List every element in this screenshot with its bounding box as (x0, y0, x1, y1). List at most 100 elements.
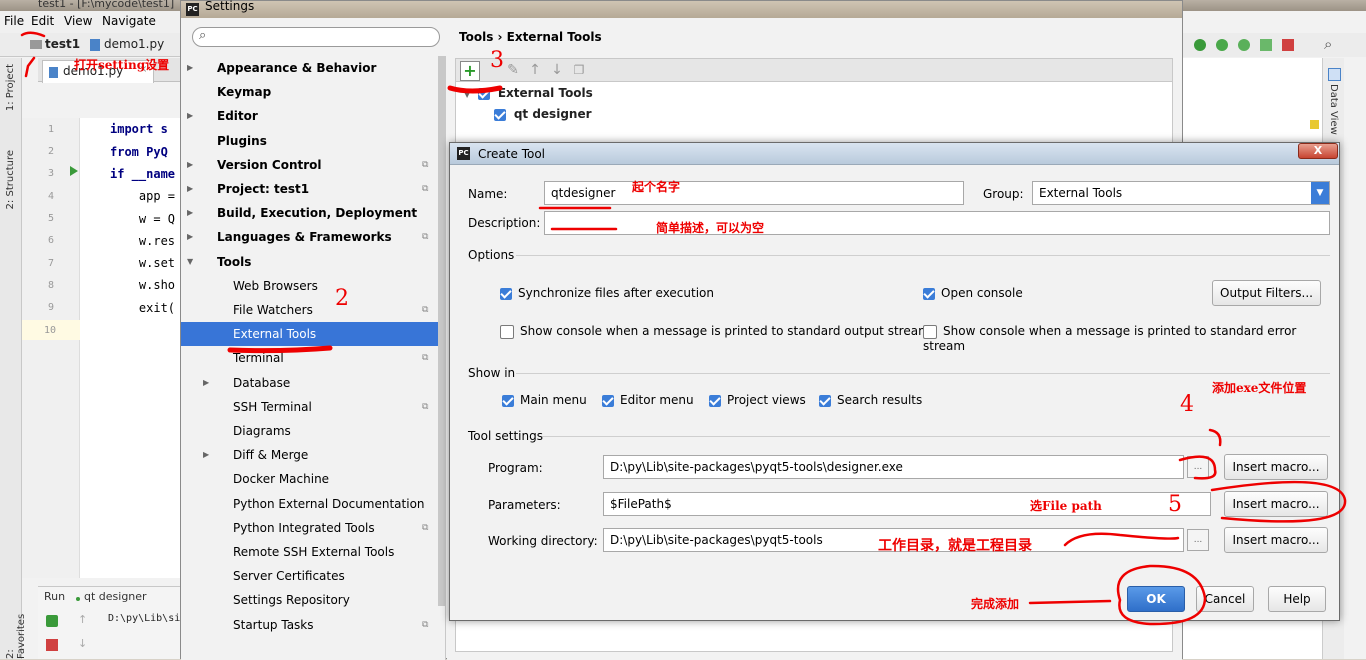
settings-tree-item[interactable]: Web Browsers (181, 274, 446, 298)
settings-tree-item[interactable]: Docker Machine (181, 467, 446, 491)
settings-tree-item[interactable]: Keymap (181, 80, 446, 104)
run-arrow-icon[interactable] (70, 166, 78, 176)
settings-tree-item[interactable]: Server Certificates (181, 564, 446, 588)
settings-tree-item[interactable]: Remote SSH External Tools (181, 540, 446, 564)
help-button[interactable]: Help (1268, 586, 1326, 612)
chevron-right-icon[interactable]: ▶ (187, 225, 193, 249)
edit-tool-icon[interactable]: ✎ (504, 61, 522, 79)
chevron-right-icon[interactable]: ▶ (187, 177, 193, 201)
chevron-right-icon[interactable]: ▶ (187, 104, 193, 128)
coverage-icon[interactable] (1216, 39, 1228, 51)
settings-tree-item[interactable]: Startup Tasks ⧉ (181, 613, 446, 637)
editor-menu-option[interactable]: Editor menu (602, 393, 694, 407)
open-console-checkbox[interactable] (923, 287, 935, 300)
parameters-insert-macro-button[interactable]: Insert macro... (1224, 491, 1328, 517)
sync-files-checkbox[interactable] (500, 287, 512, 300)
menu-view[interactable]: View (64, 14, 92, 28)
chevron-right-icon[interactable]: ▶ (203, 443, 209, 467)
concurrency-icon[interactable] (1260, 39, 1272, 51)
settings-tree-item[interactable]: Diagrams (181, 419, 446, 443)
stop-icon[interactable] (46, 639, 58, 651)
cancel-button[interactable]: Cancel (1196, 586, 1254, 612)
workdir-insert-macro-button[interactable]: Insert macro... (1224, 527, 1328, 553)
sync-files-option[interactable]: Synchronize files after execution (500, 286, 714, 300)
group-select[interactable]: External Tools ▼ (1032, 181, 1330, 205)
nav-project[interactable]: test1 (45, 37, 80, 51)
settings-tree-item[interactable]: File Watchers ⧉ (181, 298, 446, 322)
name-field[interactable]: qtdesigner (544, 181, 964, 205)
add-tool-button[interactable]: + (460, 61, 480, 81)
console-stderr-checkbox[interactable] (923, 324, 937, 339)
run-tab[interactable]: qt designer (84, 590, 147, 603)
data-view-tab[interactable]: Data View (1328, 84, 1339, 135)
menu-file[interactable]: File (4, 14, 24, 28)
open-console-option[interactable]: Open console (923, 286, 1023, 300)
structure-tool-tab[interactable]: 2: Structure (5, 150, 16, 209)
project-views-checkbox[interactable] (709, 394, 721, 407)
tool-group-checkbox[interactable] (477, 87, 490, 100)
chevron-right-icon[interactable]: ▶ (187, 56, 193, 80)
settings-tree-item[interactable]: ▶ Build, Execution, Deployment (181, 201, 446, 225)
settings-tree-item[interactable]: ▶ Database (181, 371, 446, 395)
settings-tree-item[interactable]: ▶ Project: test1 ⧉ (181, 177, 446, 201)
main-menu-checkbox[interactable] (502, 394, 514, 407)
console-stderr-option[interactable]: Show console when a message is printed t… (923, 324, 1339, 353)
settings-tree-item[interactable]: ▶ Appearance & Behavior (181, 56, 446, 80)
settings-tree-item[interactable]: Plugins (181, 129, 446, 153)
debug-icon[interactable] (1194, 39, 1206, 51)
workdir-browse-button[interactable]: ... (1187, 529, 1209, 551)
close-button[interactable]: X (1298, 143, 1338, 159)
settings-search-input[interactable]: ⌕ (192, 27, 440, 47)
ok-button[interactable]: OK (1127, 586, 1185, 612)
settings-tree-item[interactable]: External Tools (181, 322, 446, 347)
settings-tree-item[interactable]: ▼ Tools (181, 250, 446, 274)
editor-menu-checkbox[interactable] (602, 394, 614, 407)
program-browse-button[interactable]: ... (1187, 456, 1209, 478)
parameters-field[interactable]: $FilePath$ (603, 492, 1211, 516)
console-stdout-checkbox[interactable] (500, 324, 514, 339)
chevron-right-icon[interactable]: ▶ (187, 201, 193, 225)
settings-tree-item[interactable]: ▶ Languages & Frameworks ⧉ (181, 225, 446, 249)
menu-edit[interactable]: Edit (31, 14, 54, 28)
settings-tree-item[interactable]: ▶ Editor (181, 104, 446, 128)
settings-tree-item[interactable]: ▶ Version Control ⧉ (181, 153, 446, 177)
chevron-right-icon[interactable]: ▶ (203, 371, 209, 395)
copy-tool-icon[interactable]: ❐ (570, 61, 588, 79)
search-results-option[interactable]: Search results (819, 393, 922, 407)
favorites-tool-tab[interactable]: 2: Favorites (5, 603, 27, 659)
move-up-icon[interactable]: ↑ (526, 61, 544, 79)
rerun-icon[interactable] (46, 615, 58, 627)
chevron-down-icon[interactable]: ▼ (187, 250, 193, 274)
up-arrow-icon[interactable]: ↑ (78, 613, 87, 626)
down-arrow-icon[interactable]: ↓ (78, 637, 87, 650)
main-menu-option[interactable]: Main menu (502, 393, 587, 407)
search-results-checkbox[interactable] (819, 394, 831, 407)
chevron-down-icon[interactable]: ▼ (464, 90, 470, 99)
program-field[interactable]: D:\py\Lib\site-packages\pyqt5-tools\desi… (603, 455, 1184, 479)
chevron-right-icon[interactable]: ▶ (187, 153, 193, 177)
project-tool-tab[interactable]: 1: Project (5, 64, 16, 111)
settings-tree-item[interactable]: Python Integrated Tools ⧉ (181, 516, 446, 540)
profile-icon[interactable] (1238, 39, 1250, 51)
tool-item-checkbox[interactable] (494, 108, 506, 121)
settings-tree-item[interactable]: Settings Repository (181, 588, 446, 612)
nav-file[interactable]: demo1.py (104, 37, 164, 51)
menu-navigate[interactable]: Navigate (102, 14, 156, 28)
program-insert-macro-button[interactable]: Insert macro... (1224, 454, 1328, 480)
code-editor[interactable] (80, 118, 180, 578)
project-views-option[interactable]: Project views (709, 393, 806, 407)
settings-tree-scrollbar[interactable] (438, 56, 446, 606)
run-label[interactable]: Run (44, 590, 65, 603)
console-stdout-option[interactable]: Show console when a message is printed t… (500, 324, 930, 339)
tool-item-row[interactable]: qt designer (494, 107, 592, 125)
stop-icon[interactable] (1282, 39, 1294, 51)
settings-tree-item[interactable]: Python External Documentation (181, 492, 446, 516)
search-icon[interactable]: ⌕ (1324, 35, 1332, 53)
chevron-down-icon[interactable]: ▼ (1311, 182, 1329, 204)
move-down-icon[interactable]: ↓ (548, 61, 566, 79)
settings-tree-item[interactable]: SSH Terminal ⧉ (181, 395, 446, 419)
settings-tree-item[interactable]: Terminal ⧉ (181, 346, 446, 370)
settings-tree-item[interactable]: ▶ Diff & Merge (181, 443, 446, 467)
tool-group-row[interactable]: ▼ External Tools (464, 86, 593, 104)
output-filters-button[interactable]: Output Filters... (1212, 280, 1321, 306)
